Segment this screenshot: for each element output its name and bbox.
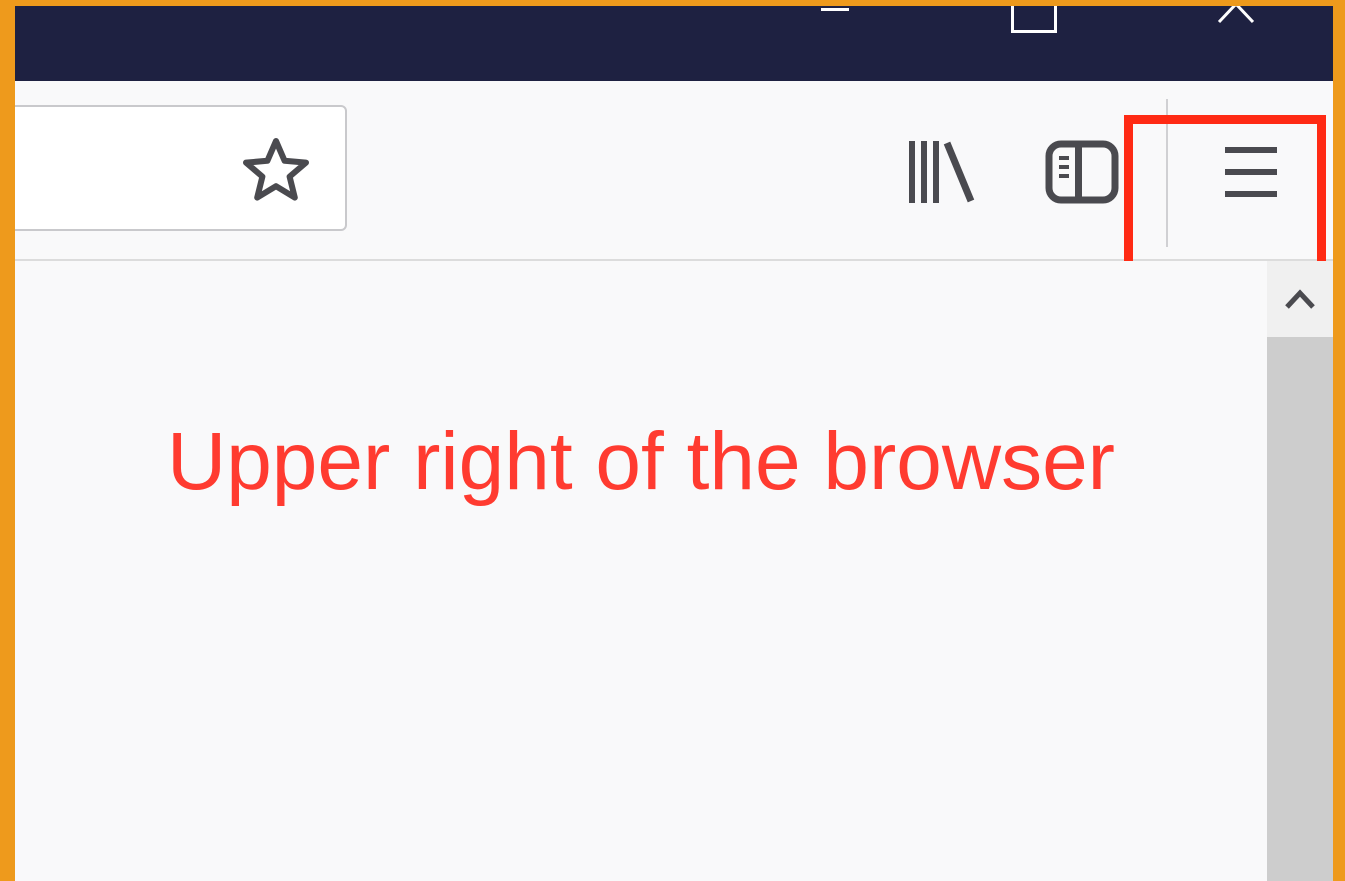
hamburger-menu-icon[interactable]	[1219, 139, 1283, 205]
browser-window: Upper right of the browser	[15, 6, 1333, 881]
toolbar-separator	[1166, 99, 1168, 247]
star-icon[interactable]	[239, 135, 313, 205]
navigation-toolbar	[15, 81, 1333, 349]
annotation-caption: Upper right of the browser	[166, 416, 1115, 507]
page-content: Upper right of the browser	[15, 261, 1267, 881]
sidebar-icon[interactable]	[1045, 139, 1119, 205]
url-bar[interactable]	[15, 105, 347, 231]
title-bar	[15, 6, 1333, 81]
vertical-scrollbar[interactable]	[1267, 261, 1333, 881]
chevron-up-icon[interactable]	[1267, 261, 1333, 337]
scrollbar-thumb[interactable]	[1267, 337, 1333, 881]
close-icon[interactable]	[1211, 6, 1261, 40]
library-icon[interactable]	[905, 139, 981, 205]
maximize-icon[interactable]	[1011, 6, 1057, 33]
minimize-icon[interactable]	[821, 6, 849, 11]
